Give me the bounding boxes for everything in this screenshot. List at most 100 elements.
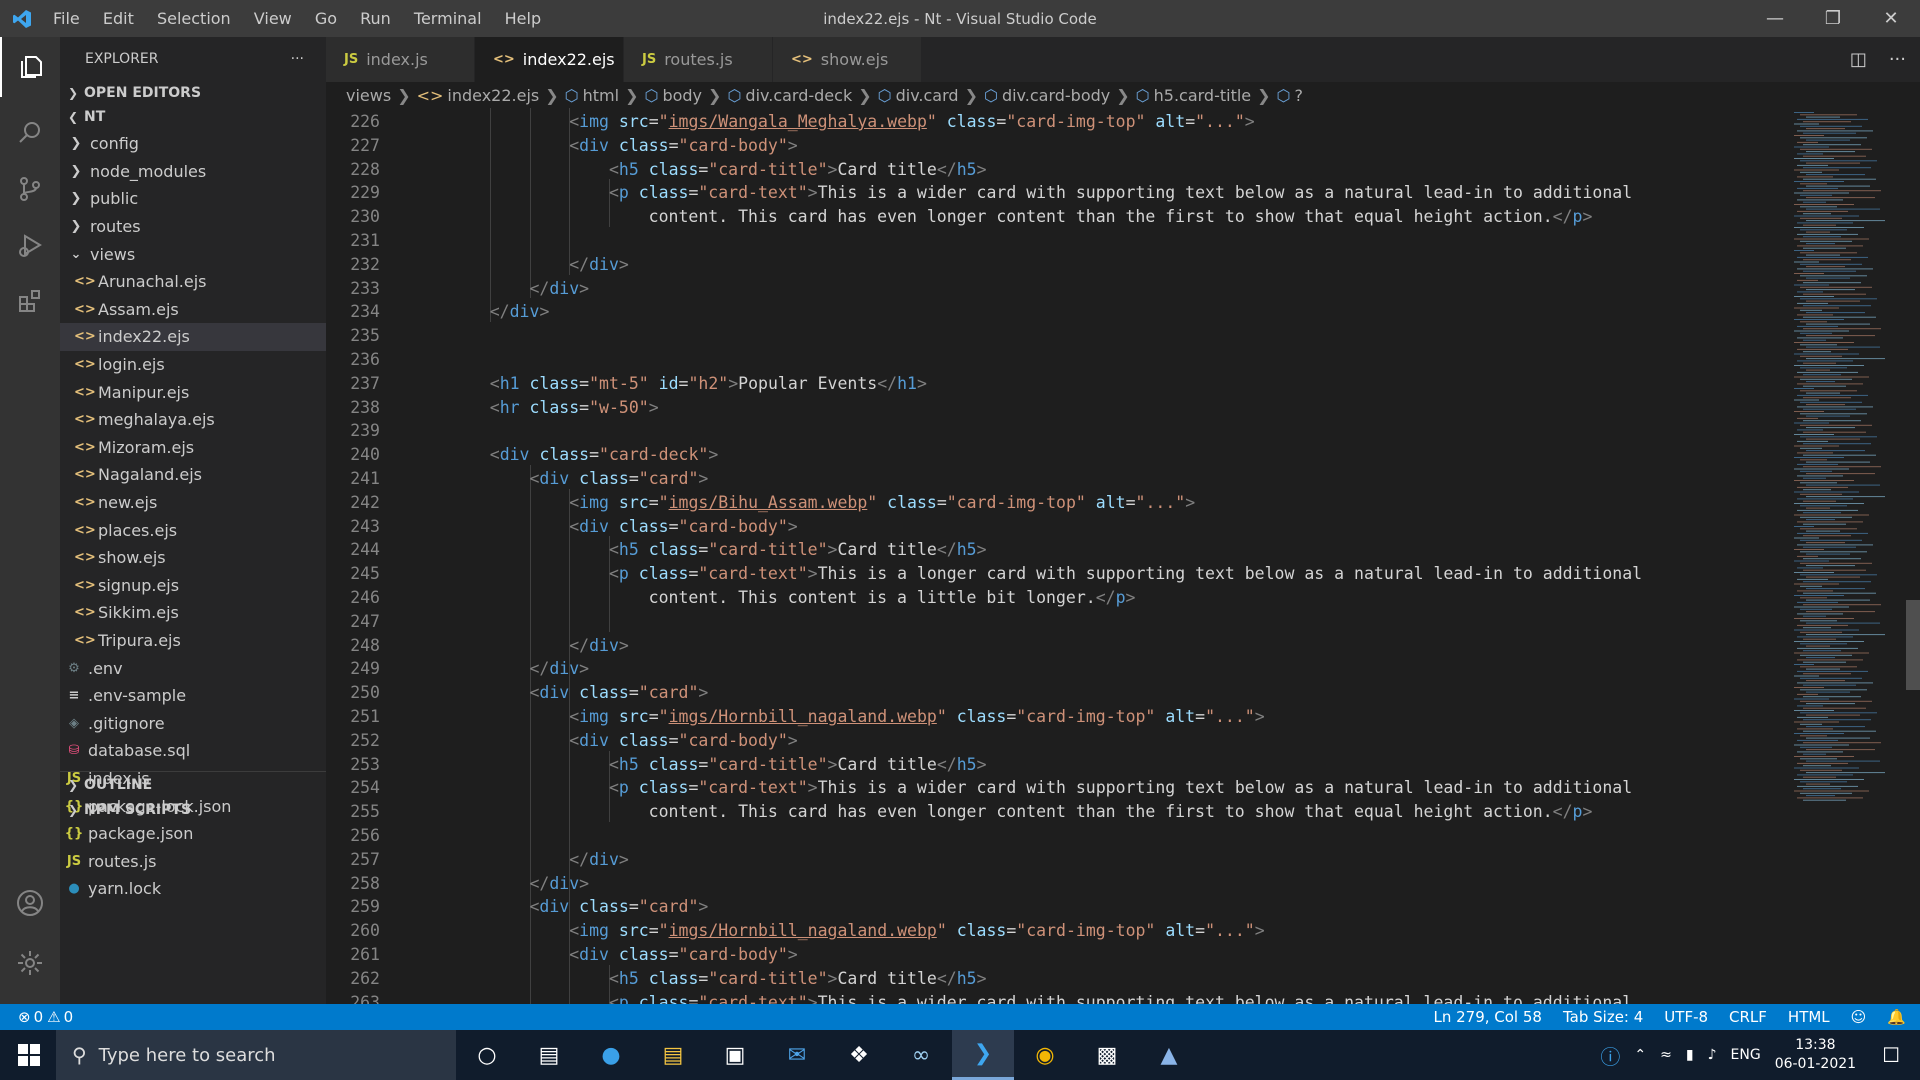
code-line[interactable]: <img src="imgs/Wangala_Meghalya.webp" cl… — [450, 110, 1255, 134]
tab-index22-ejs[interactable]: <>index22.ejs✕ — [475, 37, 638, 82]
minimize-icon[interactable]: — — [1746, 0, 1804, 37]
folder-config[interactable]: ❯ config — [60, 130, 326, 158]
language-mode[interactable]: HTML — [1788, 1008, 1830, 1026]
menu-file[interactable]: File — [44, 9, 89, 28]
menu-go[interactable]: Go — [306, 9, 346, 28]
terminal-icon[interactable]: ▩ — [1076, 1030, 1138, 1080]
code-line[interactable]: <p class="card-text">This is a wider car… — [450, 991, 1632, 1004]
breadcrumb-item[interactable]: views — [346, 86, 391, 105]
warning-count[interactable]: 0 — [64, 1008, 74, 1026]
breadcrumb-item[interactable]: index22.ejs — [447, 86, 539, 105]
code-line[interactable]: <div class="card"> — [450, 467, 708, 491]
code-line[interactable]: content. This card has even longer conte… — [450, 205, 1593, 229]
code-line[interactable]: <h5 class="card-title">Card title</h5> — [450, 158, 987, 182]
code-line[interactable]: </div> — [450, 872, 589, 896]
code-line[interactable]: <h5 class="card-title">Card title</h5> — [450, 538, 987, 562]
file-yarn-lock[interactable]: ● yarn.lock — [60, 875, 326, 903]
edge-icon[interactable]: ● — [580, 1030, 642, 1080]
volume-icon[interactable]: ♪ — [1708, 1047, 1717, 1063]
code-line[interactable]: <h1 class="mt-5" id="h2">Popular Events<… — [450, 372, 927, 396]
code-line[interactable]: <hr class="w-50"> — [450, 396, 659, 420]
code-editor[interactable]: 226 <img src="imgs/Wangala_Meghalya.webp… — [326, 108, 1920, 1004]
cortana-icon[interactable]: ○ — [456, 1030, 518, 1080]
more-actions-icon[interactable]: ··· — [291, 51, 304, 67]
code-line[interactable]: <h5 class="card-title">Card title</h5> — [450, 967, 987, 991]
file--env[interactable]: ⚙ .env — [60, 654, 326, 682]
npm-scripts-section[interactable]: ❯ NPM SCRIPTS — [60, 797, 191, 823]
mail-icon[interactable]: ✉ — [766, 1030, 828, 1080]
code-line[interactable]: <p class="card-text">This is a wider car… — [450, 181, 1632, 205]
end-of-line[interactable]: CRLF — [1729, 1008, 1767, 1026]
file-explorer-icon[interactable]: ▤ — [642, 1030, 704, 1080]
file-sikkim-ejs[interactable]: <> Sikkim.ejs — [60, 599, 326, 627]
code-line[interactable]: <img src="imgs/Hornbill_nagaland.webp" c… — [450, 919, 1264, 943]
task-view-icon[interactable]: ▤ — [518, 1030, 580, 1080]
tab-routes-js[interactable]: JS routes.js — [624, 37, 773, 82]
run-debug-icon[interactable] — [0, 215, 60, 275]
breadcrumb-item[interactable]: body — [662, 86, 702, 105]
code-line[interactable]: </div> — [450, 277, 589, 301]
code-line[interactable]: <div class="card-body"> — [450, 134, 798, 158]
clock[interactable]: 13:38 06-01-2021 — [1775, 1036, 1856, 1074]
file-signup-ejs[interactable]: <> signup.ejs — [60, 572, 326, 600]
code-line[interactable]: <p class="card-text">This is a wider car… — [450, 776, 1632, 800]
file-database-sql[interactable]: ⛁ database.sql — [60, 737, 326, 765]
search-icon[interactable] — [0, 103, 60, 163]
outline-section[interactable]: ❯ OUTLINE — [60, 772, 152, 798]
code-line[interactable]: content. This card has even longer conte… — [450, 800, 1593, 824]
errors-icon[interactable]: ⊗ — [18, 1008, 31, 1026]
file--gitignore[interactable]: ◈ .gitignore — [60, 709, 326, 737]
folder-routes[interactable]: ❯ routes — [60, 213, 326, 241]
tab-index-js[interactable]: JS index.js — [326, 37, 475, 82]
menu-view[interactable]: View — [245, 9, 301, 28]
breadcrumb-item[interactable]: div.card-deck — [745, 86, 852, 105]
vscode-taskbar-icon[interactable]: ❯ — [952, 1030, 1014, 1080]
windows-start-icon[interactable] — [0, 1030, 58, 1080]
folder-node-modules[interactable]: ❯ node_modules — [60, 158, 326, 186]
code-line[interactable]: <img src="imgs/Bihu_Assam.webp" class="c… — [450, 491, 1195, 515]
menu-edit[interactable]: Edit — [94, 9, 143, 28]
scrollbar-thumb[interactable] — [1906, 600, 1920, 690]
notifications-bell-icon[interactable]: 🔔 — [1887, 1008, 1906, 1026]
encoding[interactable]: UTF-8 — [1664, 1008, 1708, 1026]
breadcrumb-item[interactable]: h5.card-title — [1154, 86, 1252, 105]
file-places-ejs[interactable]: <> places.ejs — [60, 516, 326, 544]
cursor-position[interactable]: Ln 279, Col 58 — [1433, 1008, 1541, 1026]
settings-gear-icon[interactable] — [0, 933, 60, 993]
code-line[interactable]: <img src="imgs/Hornbill_nagaland.webp" c… — [450, 705, 1264, 729]
error-count[interactable]: 0 — [34, 1008, 44, 1026]
code-line[interactable]: </div> — [450, 253, 629, 277]
breadcrumb-item[interactable]: div.card-body — [1002, 86, 1110, 105]
open-editors-section[interactable]: ❯ OPEN EDITORS — [60, 80, 326, 106]
store-icon[interactable]: ▣ — [704, 1030, 766, 1080]
battery-icon[interactable]: ▮ — [1686, 1047, 1694, 1063]
file-nagaland-ejs[interactable]: <> Nagaland.ejs — [60, 461, 326, 489]
language-indicator[interactable]: ENG — [1731, 1047, 1761, 1063]
file-manipur-ejs[interactable]: <> Manipur.ejs — [60, 378, 326, 406]
code-line[interactable]: </div> — [450, 657, 589, 681]
file-arunachal-ejs[interactable]: <> Arunachal.ejs — [60, 268, 326, 296]
warning-icon[interactable]: ⚠ — [47, 1008, 60, 1026]
wifi-icon[interactable]: ≈ — [1660, 1047, 1672, 1063]
vscode-logo-icon[interactable] — [0, 9, 44, 29]
close-window-icon[interactable]: ✕ — [1862, 0, 1920, 37]
breadcrumb-item[interactable]: html — [583, 86, 619, 105]
code-line[interactable]: <div class="card"> — [450, 681, 708, 705]
file-login-ejs[interactable]: <> login.ejs — [60, 351, 326, 379]
code-line[interactable]: </div> — [450, 634, 629, 658]
dropbox-icon[interactable]: ❖ — [828, 1030, 890, 1080]
chrome-icon[interactable]: ◉ — [1014, 1030, 1076, 1080]
infinity-app-icon[interactable]: ∞ — [890, 1030, 952, 1080]
file-mizoram-ejs[interactable]: <> Mizoram.ejs — [60, 434, 326, 462]
menu-run[interactable]: Run — [351, 9, 400, 28]
code-line[interactable]: <div class="card"> — [450, 895, 708, 919]
code-line[interactable]: <div class="card-body"> — [450, 943, 798, 967]
tool-app-icon[interactable]: ▲ — [1138, 1030, 1200, 1080]
folder-views[interactable]: ⌄ views — [60, 240, 326, 268]
help-icon[interactable]: ⓘ — [1600, 1041, 1620, 1070]
tab-show-ejs[interactable]: <> show.ejs — [773, 37, 922, 82]
minimap[interactable] — [1786, 108, 1906, 1004]
split-editor-icon[interactable]: ◫ — [1850, 49, 1867, 70]
restore-icon[interactable]: ❐ — [1804, 0, 1862, 37]
file-show-ejs[interactable]: <> show.ejs — [60, 544, 326, 572]
